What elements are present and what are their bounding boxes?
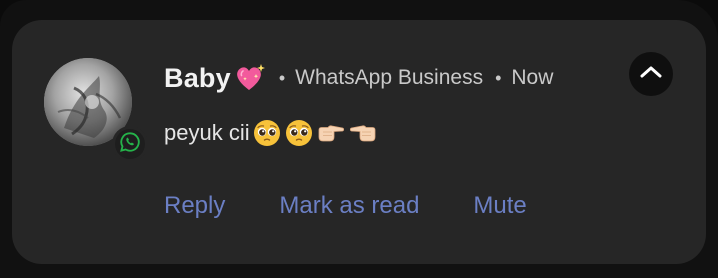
whatsapp-icon (119, 131, 141, 158)
app-badge (112, 126, 148, 162)
sender-name: Baby (164, 62, 231, 93)
reply-button[interactable]: Reply (164, 192, 225, 220)
pleading-face-icon (284, 118, 314, 148)
chevron-up-icon (639, 64, 663, 85)
timestamp: Now (511, 66, 554, 89)
mute-button[interactable]: Mute (473, 192, 526, 220)
sparkling-heart-icon (233, 62, 267, 94)
pleading-face-icon (252, 118, 282, 148)
separator-dot: • (278, 67, 286, 88)
notification-actions: Reply Mark as read Mute (164, 192, 527, 220)
app-name: WhatsApp Business (295, 66, 484, 89)
hand-pointing-right-icon (316, 118, 346, 148)
separator-dot: • (495, 67, 502, 88)
collapse-button[interactable] (629, 52, 673, 96)
mark-as-read-button[interactable]: Mark as read (279, 192, 419, 220)
hand-pointing-left-icon (348, 118, 378, 148)
message-text: peyuk cii (164, 120, 250, 145)
message-preview: peyuk cii (164, 118, 378, 148)
notification-header: Baby • WhatsApp Business • Now (164, 62, 553, 94)
